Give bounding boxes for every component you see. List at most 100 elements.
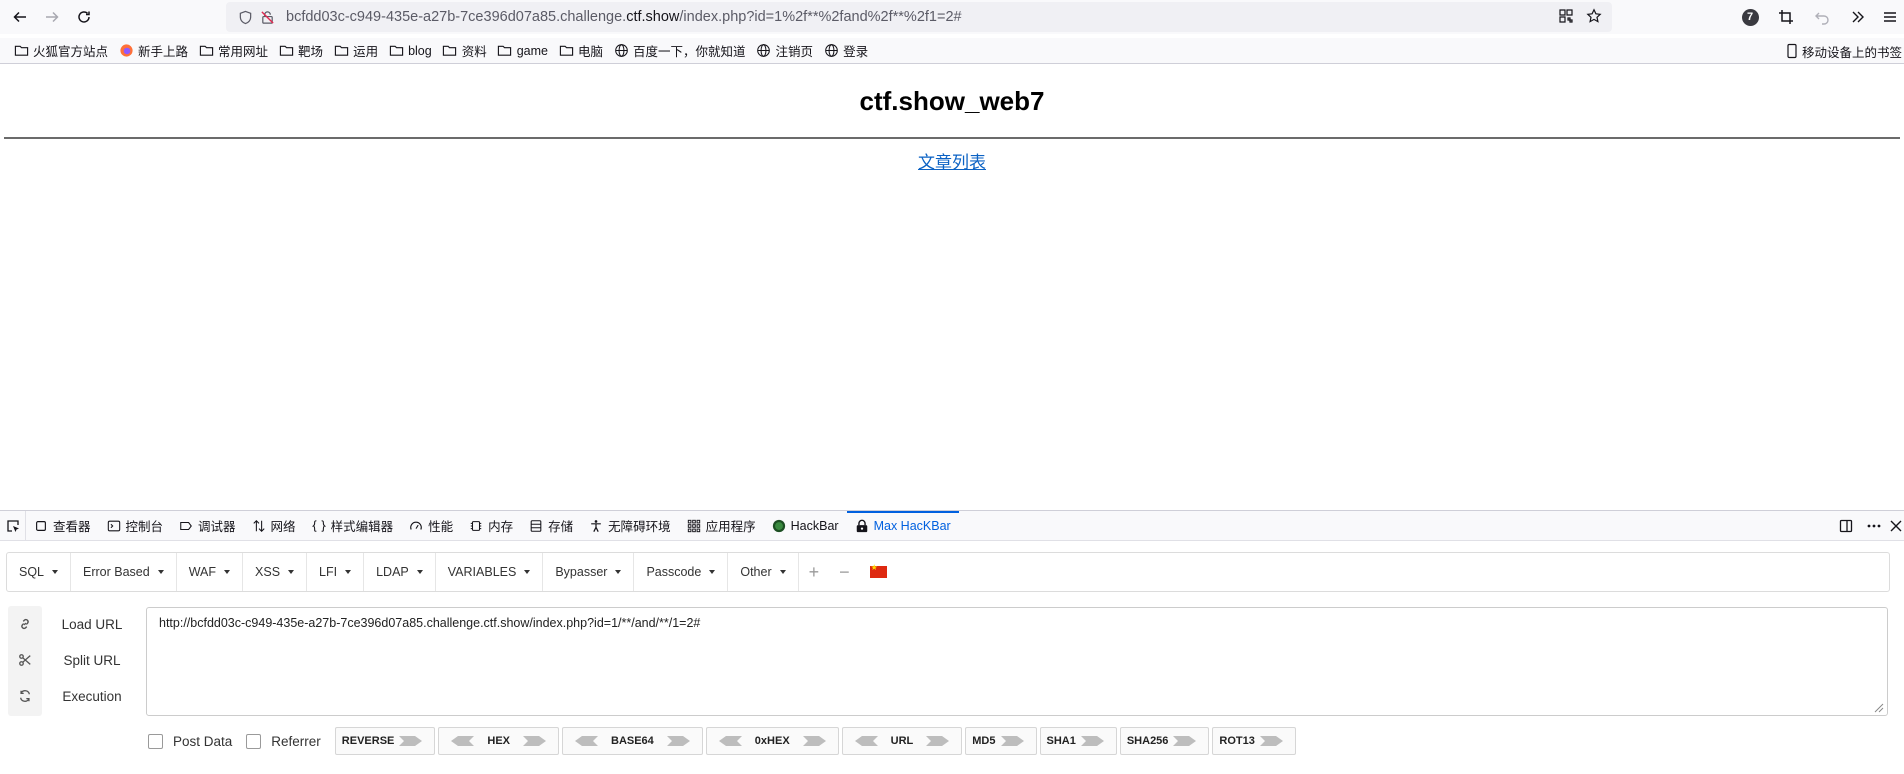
hackbar-menu-item[interactable]: Other bbox=[728, 553, 799, 591]
load-url-button[interactable]: Load URL bbox=[48, 606, 136, 642]
insecure-lock-icon[interactable] bbox=[256, 2, 278, 32]
bookmark-item[interactable]: 新手上路 bbox=[113, 39, 193, 63]
language-flag-button[interactable] bbox=[860, 553, 897, 591]
firefox-icon bbox=[118, 43, 134, 59]
devtools-tab[interactable]: HackBar bbox=[764, 511, 847, 540]
crop-screenshot-button[interactable] bbox=[1768, 2, 1804, 32]
devtools-tabbar: 查看器 控制台 调试器 网络 样式编辑器 性能 内存 存储 无障碍环境 应用程序 HackBar Ma… bbox=[0, 511, 1904, 541]
encoder-button[interactable]: ROT13 bbox=[1212, 727, 1296, 755]
dock-side-button[interactable] bbox=[1832, 512, 1860, 540]
app-menu-button[interactable] bbox=[1876, 2, 1904, 32]
devtools-tab[interactable]: Max HacKBar bbox=[846, 511, 959, 540]
devtools-tab-label: 调试器 bbox=[198, 520, 236, 534]
devtools-tab[interactable]: 查看器 bbox=[26, 511, 99, 540]
hackbar-menu-item[interactable]: WAF bbox=[177, 553, 244, 591]
bookmark-item[interactable]: 运用 bbox=[328, 39, 383, 63]
bookmark-item[interactable]: game bbox=[492, 39, 553, 63]
back-button[interactable] bbox=[4, 2, 36, 32]
encoder-button[interactable]: 0xHEX bbox=[705, 727, 839, 755]
bookmark-item[interactable]: 靶场 bbox=[273, 39, 328, 63]
encoder-button[interactable]: SHA1 bbox=[1039, 727, 1117, 755]
hackbar-menu-item[interactable]: Error Based bbox=[71, 553, 177, 591]
url-text[interactable]: bcfdd03c-c949-435e-a27b-7ce396d07a85.cha… bbox=[278, 9, 962, 25]
encoder-button[interactable]: URL bbox=[841, 727, 963, 755]
minus-icon[interactable]: − bbox=[829, 553, 860, 591]
refresh-icon[interactable] bbox=[8, 678, 42, 714]
encoder-label: BASE64 bbox=[611, 735, 654, 747]
devtools-tab[interactable]: 网络 bbox=[244, 511, 304, 540]
element-picker-button[interactable] bbox=[0, 511, 26, 540]
bookmark-item[interactable]: 登录 bbox=[818, 39, 873, 63]
post-data-checkbox[interactable]: Post Data bbox=[148, 733, 232, 749]
undo-button[interactable] bbox=[1804, 2, 1840, 32]
devtools-tab-label: 网络 bbox=[270, 520, 296, 534]
encoder-button[interactable]: REVERSE bbox=[334, 727, 436, 755]
referrer-checkbox[interactable]: Referrer bbox=[246, 733, 321, 749]
console-icon bbox=[107, 519, 126, 533]
encoder-button[interactable]: BASE64 bbox=[562, 727, 703, 755]
bookmark-item[interactable]: 资料 bbox=[437, 39, 492, 63]
plus-icon[interactable]: + bbox=[799, 553, 830, 591]
encoder-button[interactable]: MD5 bbox=[965, 727, 1037, 755]
hackbar-menu-label: LFI bbox=[319, 565, 338, 579]
hackbar-menu-item[interactable]: LFI bbox=[307, 553, 365, 591]
network-icon bbox=[252, 519, 271, 533]
arrow-right-icon bbox=[666, 736, 690, 746]
hackbar-menu-item[interactable]: Passcode bbox=[634, 553, 729, 591]
devtools-tab[interactable]: 调试器 bbox=[171, 511, 244, 540]
reload-button[interactable] bbox=[68, 2, 100, 32]
devtools-tab[interactable]: 性能 bbox=[401, 511, 461, 540]
link-icon[interactable] bbox=[8, 606, 42, 642]
caret-down-icon bbox=[345, 570, 352, 574]
arrow-right-icon bbox=[1259, 736, 1283, 746]
bookmark-item[interactable]: 常用网址 bbox=[193, 39, 273, 63]
mobile-bookmarks[interactable]: 移动设备上的书签 bbox=[1784, 38, 1904, 64]
split-url-button[interactable]: Split URL bbox=[48, 642, 136, 678]
arrow-right-icon bbox=[46, 11, 59, 23]
hackbar-menu-item[interactable]: LDAP bbox=[364, 553, 436, 591]
bookmark-star-icon[interactable] bbox=[1586, 7, 1602, 27]
hackbar-menu-label: Other bbox=[740, 565, 772, 579]
bookmark-label: 火狐官方站点 bbox=[33, 45, 109, 59]
qr-code-icon[interactable] bbox=[1558, 8, 1574, 27]
reload-icon bbox=[78, 11, 90, 23]
hackbar-menu-item[interactable]: Bypasser bbox=[543, 553, 635, 591]
forward-button[interactable] bbox=[36, 2, 68, 32]
bookmark-item[interactable]: 百度一下，你就知道 bbox=[608, 39, 751, 63]
resize-grip-icon[interactable] bbox=[1874, 703, 1884, 713]
address-bar[interactable]: bcfdd03c-c949-435e-a27b-7ce396d07a85.cha… bbox=[226, 2, 1612, 32]
devtools-tab[interactable]: 应用程序 bbox=[679, 511, 764, 540]
hackbar-menu-item[interactable]: VARIABLES bbox=[436, 553, 544, 591]
devtools-options-button[interactable] bbox=[1860, 512, 1888, 540]
folder-icon bbox=[558, 43, 574, 59]
bookmark-item[interactable]: 电脑 bbox=[553, 39, 608, 63]
tracking-shield-icon[interactable] bbox=[234, 2, 256, 32]
hackbar-menu-label: Bypasser bbox=[555, 565, 608, 579]
devtools-tab[interactable]: 控制台 bbox=[99, 511, 172, 540]
execution-button[interactable]: Execution bbox=[48, 678, 136, 714]
devtools-tab[interactable]: 存储 bbox=[521, 511, 581, 540]
accessibility-icon bbox=[589, 519, 608, 533]
extension-badge-button[interactable]: 7 bbox=[1732, 2, 1768, 32]
post-data-checkbox-box[interactable] bbox=[148, 733, 163, 749]
bookmark-item[interactable]: blog bbox=[383, 39, 437, 63]
bookmark-item[interactable]: 火狐官方站点 bbox=[8, 39, 113, 63]
scissors-icon[interactable] bbox=[8, 642, 42, 678]
devtools-tab-label: 内存 bbox=[488, 520, 514, 534]
devtools-close-button[interactable] bbox=[1888, 512, 1904, 540]
hackbar-menu-item[interactable]: XSS bbox=[243, 553, 308, 591]
encoder-button[interactable]: SHA256 bbox=[1119, 727, 1210, 755]
referrer-checkbox-box[interactable] bbox=[246, 733, 262, 749]
devtools-tab[interactable]: 内存 bbox=[461, 511, 521, 540]
mobile-icon bbox=[1784, 43, 1800, 59]
hackbar-menu-item[interactable]: SQL bbox=[7, 553, 72, 591]
devtools-tab[interactable]: 样式编辑器 bbox=[304, 511, 402, 540]
hackbar-menu-label: SQL bbox=[19, 565, 45, 579]
bookmark-item[interactable]: 注销页 bbox=[751, 39, 819, 63]
folder-icon bbox=[388, 43, 404, 59]
encoder-button[interactable]: HEX bbox=[438, 727, 559, 755]
hackbar-url-input[interactable]: http://bcfdd03c-c949-435e-a27b-7ce396d07… bbox=[146, 607, 1888, 716]
article-list-link[interactable]: 文章列表 bbox=[918, 153, 986, 172]
devtools-tab[interactable]: 无障碍环境 bbox=[581, 511, 679, 540]
overflow-chevron-button[interactable] bbox=[1840, 2, 1876, 32]
